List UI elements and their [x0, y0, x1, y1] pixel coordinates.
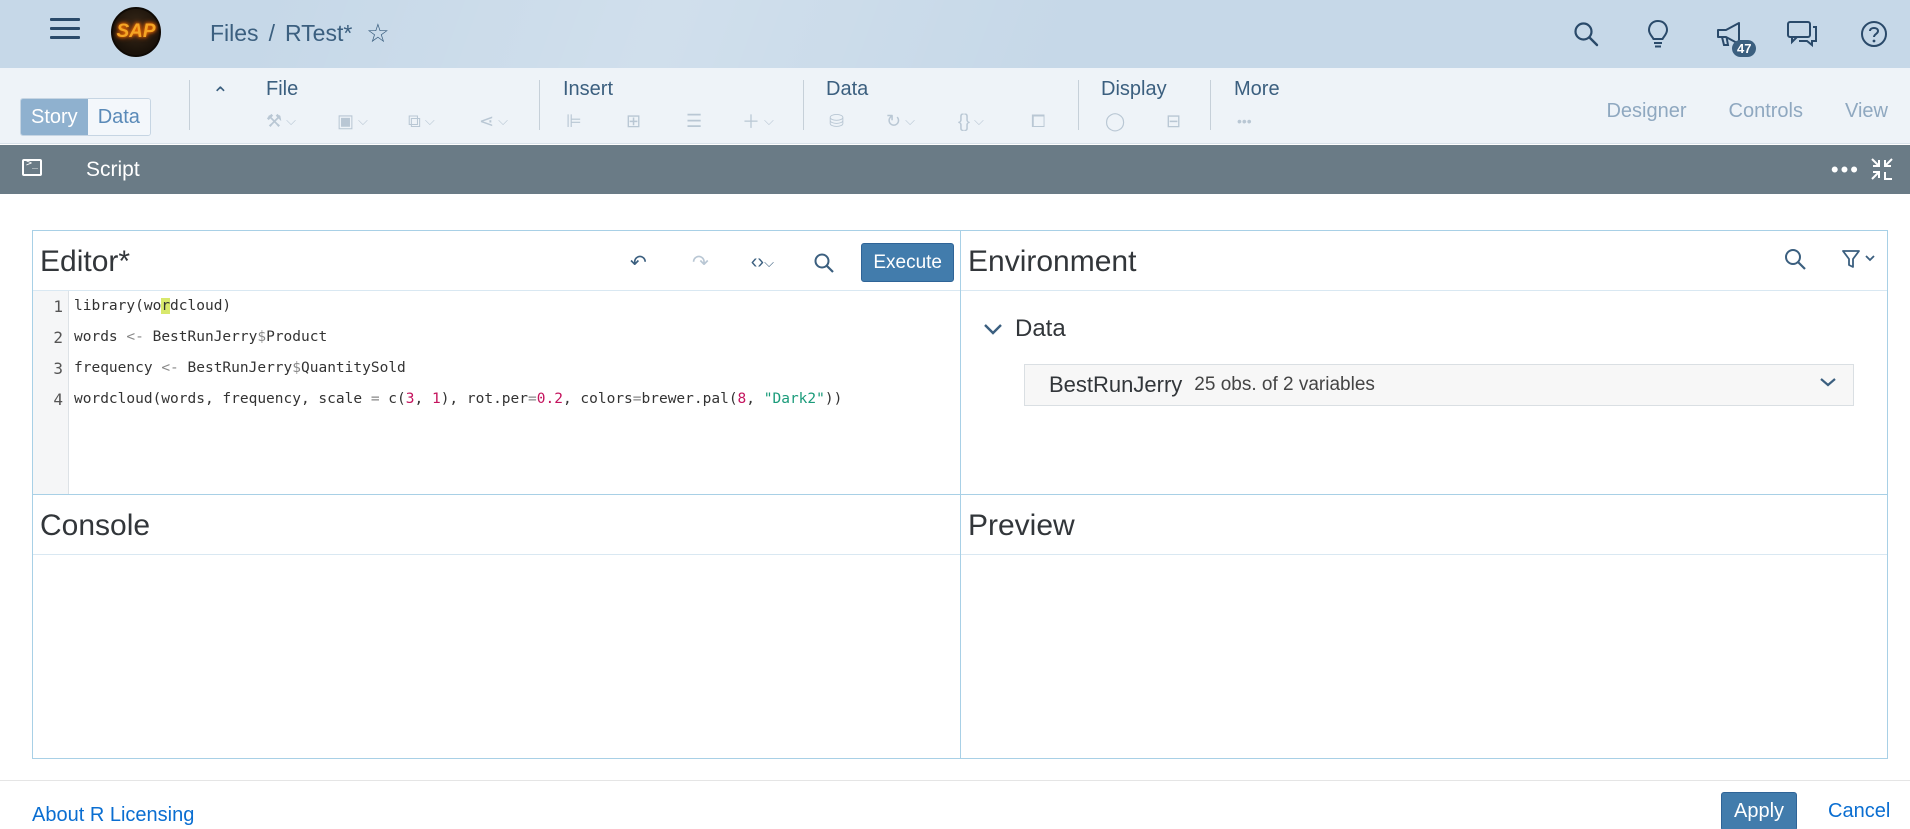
more-options-icon[interactable]: ••• [1237, 108, 1252, 134]
hamburger-menu-icon[interactable] [50, 18, 80, 42]
cancel-button[interactable]: Cancel [1828, 800, 1890, 823]
sap-logo[interactable]: SAP [111, 7, 161, 57]
about-r-licensing-link[interactable]: About R Licensing [32, 804, 194, 827]
logo-text: SAP [116, 21, 156, 42]
code-line-2[interactable]: words <- BestRunJerry$Product [74, 322, 960, 353]
environment-search-icon[interactable] [1783, 247, 1807, 276]
line-number: 3 [53, 359, 63, 378]
breadcrumb-files-link[interactable]: Files [210, 20, 259, 47]
redo-icon[interactable]: ↷ [669, 245, 731, 281]
editor-title: Editor* [40, 245, 131, 278]
line-number: 1 [53, 297, 63, 316]
environment-header-divider [961, 290, 1887, 291]
data-tree-node[interactable]: Data [983, 315, 1066, 343]
designer-mode[interactable]: Designer [1606, 100, 1686, 123]
refresh-icon[interactable]: ↻ ⌵ [886, 108, 915, 134]
chat-icon[interactable] [1766, 0, 1838, 68]
line-number-gutter: 1 2 3 4 [33, 291, 69, 494]
breadcrumb: Files / RTest* ☆ [210, 18, 390, 49]
editor-search-icon[interactable] [793, 245, 855, 281]
chevron-down-icon [983, 315, 1003, 343]
linked-analysis-icon[interactable]: ⧠ [1031, 108, 1045, 134]
search-icon[interactable] [1550, 0, 1622, 68]
table-icon[interactable]: ⊞ [626, 108, 641, 134]
insert-group-label: Insert [563, 78, 614, 100]
exit-fullscreen-icon[interactable] [1870, 157, 1894, 181]
environment-toolbar [1783, 247, 1877, 276]
add-icon[interactable]: ＋ ⌵ [742, 108, 774, 134]
shell-actions: 47 [1550, 0, 1910, 68]
editor-panel: Editor* ↶ ↷ ‹› ⌵ Execute 1 2 3 4 library… [32, 230, 961, 495]
console-header-divider [33, 554, 960, 555]
more-group-label: More [1234, 78, 1280, 100]
code-line-1[interactable]: library(wordcloud) [74, 291, 960, 322]
notification-badge: 47 [1732, 40, 1757, 57]
share-icon[interactable]: ⋖ ⌵ [479, 108, 508, 134]
toolbar-divider [539, 80, 540, 130]
script-header: Script ••• [0, 145, 1910, 194]
code-snippet-icon[interactable]: ‹› ⌵ [731, 245, 793, 281]
toolbar-divider [803, 80, 804, 130]
story-tab[interactable]: Story [21, 99, 88, 135]
toolbar-divider [189, 80, 190, 130]
line-number: 4 [53, 390, 63, 409]
execute-button[interactable]: Execute [861, 243, 954, 282]
data-group-label: Data [826, 78, 869, 100]
shell-bar: SAP Files / RTest* ☆ 47 [0, 0, 1910, 68]
terminal-icon [22, 158, 42, 176]
preview-title: Preview [968, 509, 1075, 542]
comment-icon[interactable]: ◯ [1105, 108, 1125, 134]
apply-button[interactable]: Apply [1721, 792, 1798, 829]
code-editor[interactable]: library(wordcloud) words <- BestRunJerry… [74, 291, 960, 494]
console-title: Console [40, 509, 151, 542]
mode-switch: Designer Controls View [1606, 100, 1888, 123]
data-tab[interactable]: Data [87, 99, 150, 135]
lightbulb-icon[interactable] [1622, 0, 1694, 68]
tools-icon[interactable]: ⚒ ⌵ [266, 108, 296, 134]
more-actions-icon[interactable]: ••• [1831, 157, 1860, 183]
editor-toolbar: ↶ ↷ ‹› ⌵ Execute [607, 243, 954, 282]
variable-name: BestRunJerry [1049, 372, 1183, 397]
script-title: Script [86, 158, 140, 181]
megaphone-icon[interactable]: 47 [1694, 0, 1766, 68]
breadcrumb-separator: / [268, 20, 275, 46]
view-mode[interactable]: View [1845, 100, 1888, 123]
environment-title: Environment [968, 245, 1137, 278]
story-toolbar: Story Data ⌃ File ⚒ ⌵ ▣ ⌵ ⧉ ⌵ ⋖ ⌵ Insert ⊫ ⊞… [0, 68, 1910, 144]
chart-icon[interactable]: ⊫ [566, 108, 582, 134]
toolbar-divider [1078, 80, 1079, 130]
preview-header-divider [961, 554, 1887, 555]
line-number: 2 [53, 328, 63, 347]
copy-icon[interactable]: ⧉ ⌵ [408, 108, 435, 134]
filter-icon[interactable] [1841, 248, 1877, 275]
display-group-label: Display [1101, 78, 1167, 100]
story-data-switch: Story Data [20, 98, 151, 136]
formula-icon[interactable]: {} ⌵ [958, 108, 984, 134]
expand-chevron-icon[interactable] [1819, 375, 1837, 394]
layout-icon[interactable]: ⊟ [1166, 108, 1181, 134]
variable-row[interactable]: BestRunJerry 25 obs. of 2 variables [1024, 364, 1854, 406]
data-source-icon[interactable]: ⛁ [829, 108, 844, 134]
save-icon[interactable]: ▣ ⌵ [337, 108, 368, 134]
preview-panel: Preview [960, 494, 1888, 759]
data-node-label: Data [1015, 315, 1066, 342]
environment-panel: Environment Data BestRunJerry 25 obs. of… [960, 230, 1888, 495]
breadcrumb-current: RTest* [284, 20, 353, 46]
footer-divider [0, 780, 1910, 781]
file-group-label: File [266, 78, 299, 100]
console-panel: Console [32, 494, 961, 759]
variable-description: 25 obs. of 2 variables [1194, 374, 1375, 395]
collapse-toolbar-icon[interactable]: ⌃ [212, 82, 229, 107]
favorite-star-icon[interactable]: ☆ [366, 18, 389, 49]
code-line-3[interactable]: frequency <- BestRunJerry$QuantitySold [74, 353, 960, 384]
controls-mode[interactable]: Controls [1729, 100, 1803, 123]
undo-icon[interactable]: ↶ [607, 245, 669, 281]
input-control-icon[interactable]: ☰ [686, 108, 702, 134]
toolbar-divider [1210, 80, 1211, 130]
help-icon[interactable] [1838, 0, 1910, 68]
code-line-4[interactable]: wordcloud(words, frequency, scale = c(3,… [74, 384, 960, 415]
